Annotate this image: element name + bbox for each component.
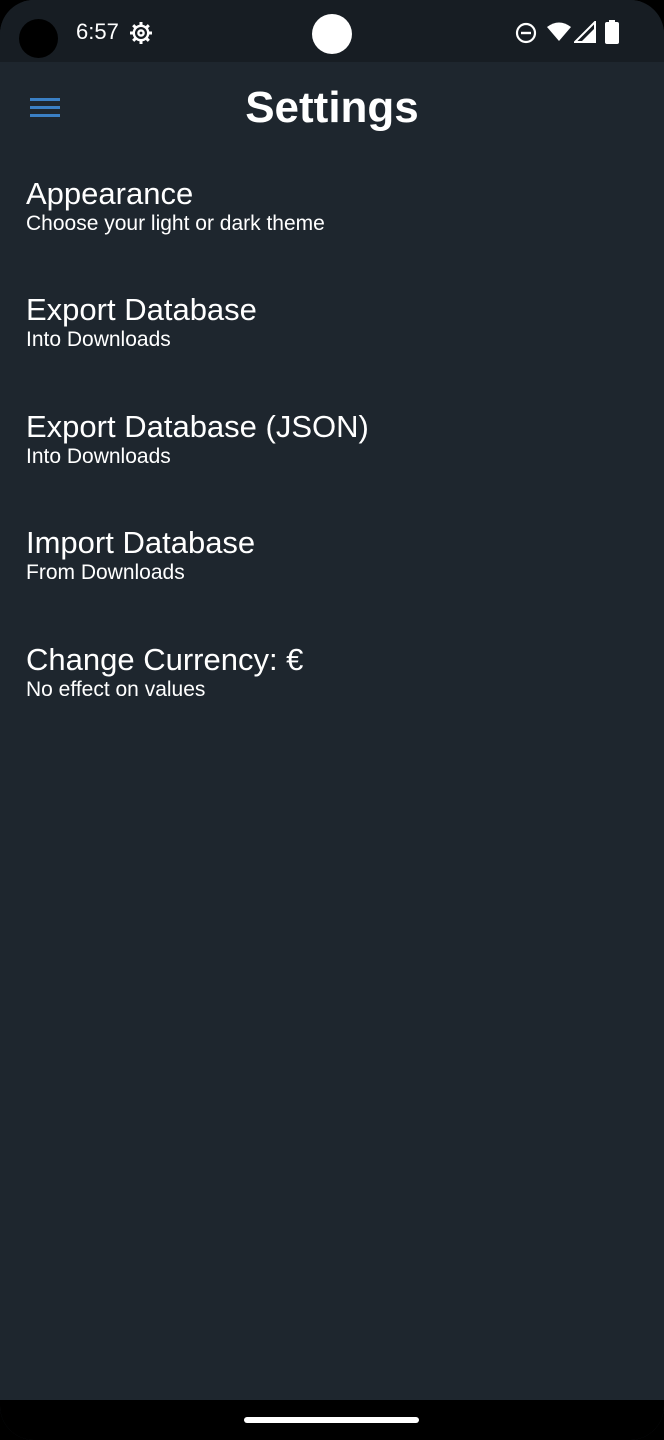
wifi-icon	[547, 22, 571, 41]
setting-title: Export Database (JSON)	[26, 408, 369, 444]
setting-subtitle: No effect on values	[26, 677, 206, 701]
navigation-bar	[0, 1400, 664, 1440]
status-time: 6:57	[76, 19, 119, 44]
page-title: Settings	[245, 83, 419, 132]
status-bar: 6:57	[0, 0, 664, 62]
setting-title: Change Currency: €	[26, 641, 304, 677]
setting-subtitle: Choose your light or dark theme	[26, 212, 325, 235]
import-database-setting[interactable]: Import Database From Downloads	[0, 519, 664, 635]
settings-list: Appearance Choose your light or dark the…	[0, 170, 664, 752]
front-camera	[19, 19, 58, 58]
setting-title: Import Database	[26, 525, 256, 561]
battery-icon	[605, 20, 619, 44]
change-currency-setting[interactable]: Change Currency: € No effect on values	[0, 636, 664, 752]
setting-title: Appearance	[26, 176, 194, 211]
phone-screen: 6:57 Settings Appearance Choose your lig…	[0, 0, 664, 1440]
appearance-setting[interactable]: Appearance Choose your light or dark the…	[0, 170, 664, 286]
export-database-json-setting[interactable]: Export Database (JSON) Into Downloads	[0, 403, 664, 519]
home-indicator[interactable]	[244, 1417, 419, 1423]
setting-title: Export Database	[26, 292, 257, 328]
camera-cutout	[312, 14, 352, 54]
export-database-setting[interactable]: Export Database Into Downloads	[0, 286, 664, 402]
app-bar: Settings	[0, 62, 664, 158]
setting-subtitle: Into Downloads	[26, 328, 171, 352]
do-not-disturb-icon	[515, 22, 537, 44]
setting-subtitle: From Downloads	[26, 561, 185, 585]
signal-icon	[574, 21, 596, 43]
gear-icon	[130, 22, 152, 44]
